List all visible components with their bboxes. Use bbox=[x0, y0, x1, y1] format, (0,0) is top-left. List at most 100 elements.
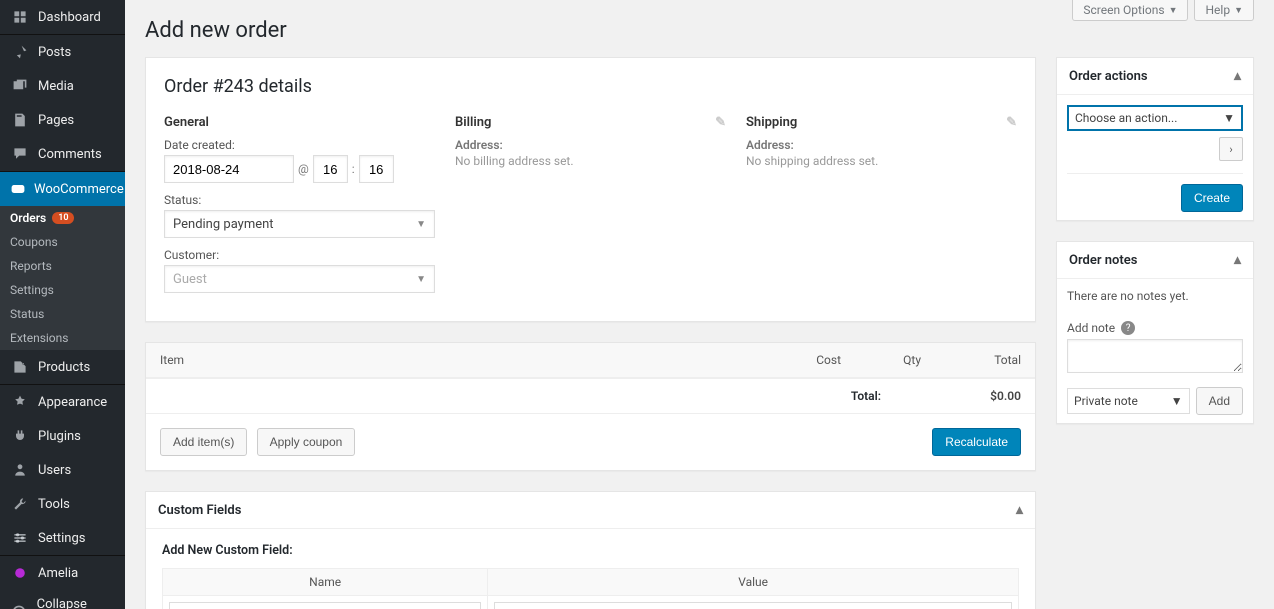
chevron-down-icon: ▼ bbox=[1169, 5, 1178, 16]
sidebar-item-tools[interactable]: Tools bbox=[0, 487, 125, 521]
sidebar-item-label: Plugins bbox=[38, 429, 81, 444]
total-value: $0.00 bbox=[961, 389, 1021, 403]
page-title: Add new order bbox=[145, 18, 1254, 43]
chevron-down-icon: ▼ bbox=[416, 274, 426, 285]
at-symbol: @ bbox=[298, 162, 309, 176]
status-select[interactable]: Pending payment ▼ bbox=[164, 210, 435, 238]
billing-address-text: No billing address set. bbox=[455, 154, 726, 168]
help-icon[interactable]: ? bbox=[1121, 321, 1135, 335]
sidebar-item-label: Settings bbox=[38, 531, 85, 546]
order-notes-heading: Order notes bbox=[1069, 253, 1137, 268]
plugin-icon bbox=[10, 426, 30, 446]
chevron-down-icon: ▼ bbox=[416, 219, 426, 230]
note-textarea[interactable] bbox=[1067, 339, 1243, 373]
collapse-icon bbox=[10, 602, 29, 609]
date-input[interactable] bbox=[164, 155, 294, 183]
sidebar-item-posts[interactable]: Posts bbox=[0, 35, 125, 69]
sidebar-item-media[interactable]: Media bbox=[0, 69, 125, 103]
appearance-icon bbox=[10, 392, 30, 412]
sidebar-item-pages[interactable]: Pages bbox=[0, 103, 125, 137]
custom-fields-box: Custom Fields ▴ Add New Custom Field: Na… bbox=[145, 491, 1036, 609]
shipping-address-text: No shipping address set. bbox=[746, 154, 1017, 168]
sidebar-item-label: Collapse menu bbox=[37, 597, 117, 609]
note-type-select[interactable]: Private note ▼ bbox=[1067, 388, 1190, 414]
sidebar-item-label: Media bbox=[38, 79, 74, 94]
customer-label: Customer: bbox=[164, 248, 435, 262]
order-action-select[interactable]: Choose an action... ▼ bbox=[1067, 105, 1243, 131]
cf-name-select[interactable]: — Select — ▼ bbox=[169, 602, 481, 609]
add-note-button[interactable]: Add bbox=[1196, 387, 1243, 415]
sidebar-item-users[interactable]: Users bbox=[0, 453, 125, 487]
toggle-box-icon[interactable]: ▴ bbox=[1234, 252, 1241, 268]
sidebar-item-amelia[interactable]: Amelia bbox=[0, 556, 125, 590]
tool-icon bbox=[10, 494, 30, 514]
edit-billing-icon[interactable]: ✎ bbox=[715, 115, 726, 130]
cf-value-textarea[interactable] bbox=[494, 602, 1012, 609]
chevron-down-icon: ▼ bbox=[1234, 5, 1243, 16]
page-icon bbox=[10, 110, 30, 130]
sidebar-item-label: Pages bbox=[38, 113, 74, 128]
order-items-box: Item Cost Qty Total Total: $0.00 Add ite… bbox=[145, 342, 1036, 471]
items-col-cost: Cost bbox=[761, 353, 841, 367]
apply-coupon-button[interactable]: Apply coupon bbox=[257, 428, 356, 456]
order-actions-heading: Order actions bbox=[1069, 69, 1148, 84]
comment-icon bbox=[10, 144, 30, 164]
sidebar-item-label: Orders bbox=[10, 211, 46, 225]
submenu-reports[interactable]: Reports bbox=[0, 254, 125, 278]
submenu-orders[interactable]: Orders 10 bbox=[0, 206, 125, 230]
add-new-cf-heading: Add New Custom Field: bbox=[162, 543, 1019, 558]
settings-icon bbox=[10, 528, 30, 548]
billing-column: Billing ✎ Address: No billing address se… bbox=[455, 115, 726, 303]
status-label: Status: bbox=[164, 193, 435, 207]
woo-icon bbox=[10, 179, 26, 199]
create-order-button[interactable]: Create bbox=[1181, 184, 1243, 212]
pin-icon bbox=[10, 42, 30, 62]
chevron-down-icon: ▼ bbox=[1223, 111, 1235, 125]
sidebar-item-appearance[interactable]: Appearance bbox=[0, 385, 125, 419]
submenu-coupons[interactable]: Coupons bbox=[0, 230, 125, 254]
sidebar-item-label: Appearance bbox=[38, 395, 107, 410]
toggle-box-icon[interactable]: ▴ bbox=[1016, 502, 1023, 518]
add-note-label: Add note ? bbox=[1067, 321, 1243, 335]
shipping-address-label: Address: bbox=[746, 138, 1017, 152]
custom-fields-heading: Custom Fields bbox=[158, 503, 241, 518]
billing-address-label: Address: bbox=[455, 138, 726, 152]
sidebar-item-comments[interactable]: Comments bbox=[0, 137, 125, 171]
total-label: Total: bbox=[851, 389, 881, 403]
sidebar-item-dashboard[interactable]: Dashboard bbox=[0, 0, 125, 34]
billing-heading: Billing bbox=[455, 115, 491, 130]
sidebar-collapse[interactable]: Collapse menu bbox=[0, 590, 125, 609]
media-icon bbox=[10, 76, 30, 96]
add-items-button[interactable]: Add item(s) bbox=[160, 428, 247, 456]
product-icon bbox=[10, 357, 30, 377]
customer-select[interactable]: Guest ▼ bbox=[164, 265, 435, 293]
screen-options-tab[interactable]: Screen Options▼ bbox=[1072, 0, 1188, 21]
recalculate-button[interactable]: Recalculate bbox=[932, 428, 1021, 456]
submenu-settings[interactable]: Settings bbox=[0, 278, 125, 302]
sidebar-item-settings[interactable]: Settings bbox=[0, 521, 125, 555]
items-col-total: Total bbox=[921, 353, 1021, 367]
sidebar-item-plugins[interactable]: Plugins bbox=[0, 419, 125, 453]
minute-input[interactable] bbox=[359, 155, 394, 183]
main-content: Screen Options▼ Help▼ Add new order Orde… bbox=[125, 0, 1274, 609]
help-tab[interactable]: Help▼ bbox=[1194, 0, 1254, 21]
admin-sidebar: Dashboard Posts Media Pages Comments Woo… bbox=[0, 0, 125, 609]
orders-count-badge: 10 bbox=[52, 212, 74, 224]
cf-col-name: Name bbox=[163, 569, 488, 596]
sidebar-item-woocommerce[interactable]: WooCommerce bbox=[0, 172, 125, 206]
sidebar-item-label: Amelia bbox=[38, 566, 78, 581]
sidebar-item-label: Users bbox=[38, 463, 71, 478]
sidebar-item-label: Dashboard bbox=[38, 10, 101, 25]
general-heading: General bbox=[164, 115, 435, 130]
edit-shipping-icon[interactable]: ✎ bbox=[1006, 115, 1017, 130]
submenu-status[interactable]: Status bbox=[0, 302, 125, 326]
toggle-box-icon[interactable]: ▴ bbox=[1234, 68, 1241, 84]
sidebar-item-products[interactable]: Products bbox=[0, 350, 125, 384]
sidebar-item-label: Tools bbox=[38, 497, 70, 512]
hour-input[interactable] bbox=[313, 155, 348, 183]
shipping-column: Shipping ✎ Address: No shipping address … bbox=[746, 115, 1017, 303]
sidebar-item-label: Posts bbox=[38, 45, 71, 60]
submenu-extensions[interactable]: Extensions bbox=[0, 326, 125, 350]
notes-empty-text: There are no notes yet. bbox=[1067, 289, 1243, 303]
apply-action-button[interactable]: › bbox=[1219, 137, 1243, 161]
